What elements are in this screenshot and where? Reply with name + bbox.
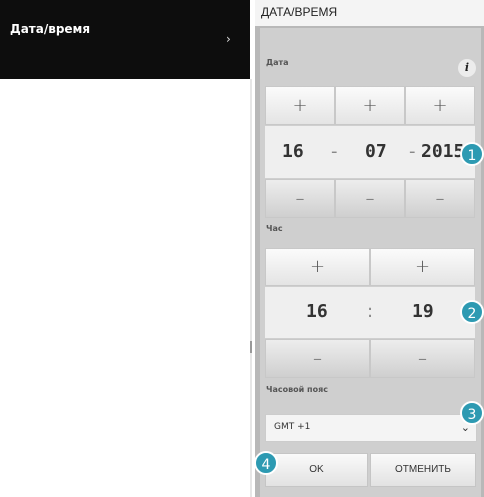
vertical-divider	[250, 79, 252, 497]
month-decrement-button[interactable]: –	[335, 179, 405, 218]
minute-decrement-button[interactable]: –	[370, 339, 475, 378]
hour-value: 16	[306, 301, 328, 322]
date-label: Дата	[266, 58, 289, 67]
day-value: 16	[282, 141, 304, 162]
info-icon[interactable]: i	[458, 59, 476, 77]
date-separator: -	[331, 141, 338, 162]
month-value: 07	[365, 141, 387, 162]
panel-title: ДАТА/ВРЕМЯ	[255, 0, 484, 26]
ok-button[interactable]: OK	[265, 453, 368, 487]
timezone-value: GMT +1	[274, 422, 311, 432]
date-separator: -	[409, 141, 416, 162]
hour-increment-button[interactable]: +	[265, 248, 370, 286]
timezone-select[interactable]: GMT +1 ⌄	[265, 414, 477, 442]
date-value-row: 16 - 07 - 2015	[265, 126, 475, 178]
time-separator: :	[367, 301, 374, 322]
time-label: Час	[266, 224, 283, 233]
sidebar-item-date-time[interactable]: Дата/время ›	[0, 0, 250, 79]
day-decrement-button[interactable]: –	[265, 179, 335, 218]
callout-badge-2: 2	[460, 300, 484, 324]
time-value-row: 16 : 19	[265, 287, 475, 338]
callout-badge-3: 3	[460, 401, 484, 425]
minute-increment-button[interactable]: +	[370, 248, 475, 286]
sidebar-item-label: Дата/время	[10, 22, 91, 36]
year-decrement-button[interactable]: –	[405, 179, 475, 218]
day-increment-button[interactable]: +	[265, 86, 335, 125]
year-value: 2015	[421, 141, 465, 162]
cancel-button[interactable]: ОТМЕНИТЬ	[370, 453, 476, 487]
timezone-label: Часовой пояс	[266, 385, 328, 394]
year-increment-button[interactable]: +	[405, 86, 475, 125]
callout-badge-1: 1	[460, 142, 484, 166]
chevron-right-icon: ›	[226, 32, 231, 46]
minute-value: 19	[412, 301, 434, 322]
month-increment-button[interactable]: +	[335, 86, 405, 125]
callout-badge-4: 4	[254, 451, 278, 475]
resize-handle[interactable]	[250, 341, 252, 353]
date-time-panel: ДАТА/ВРЕМЯ Дата i + + + 16 - 07 - 2015 –…	[255, 0, 484, 497]
hour-decrement-button[interactable]: –	[265, 339, 370, 378]
